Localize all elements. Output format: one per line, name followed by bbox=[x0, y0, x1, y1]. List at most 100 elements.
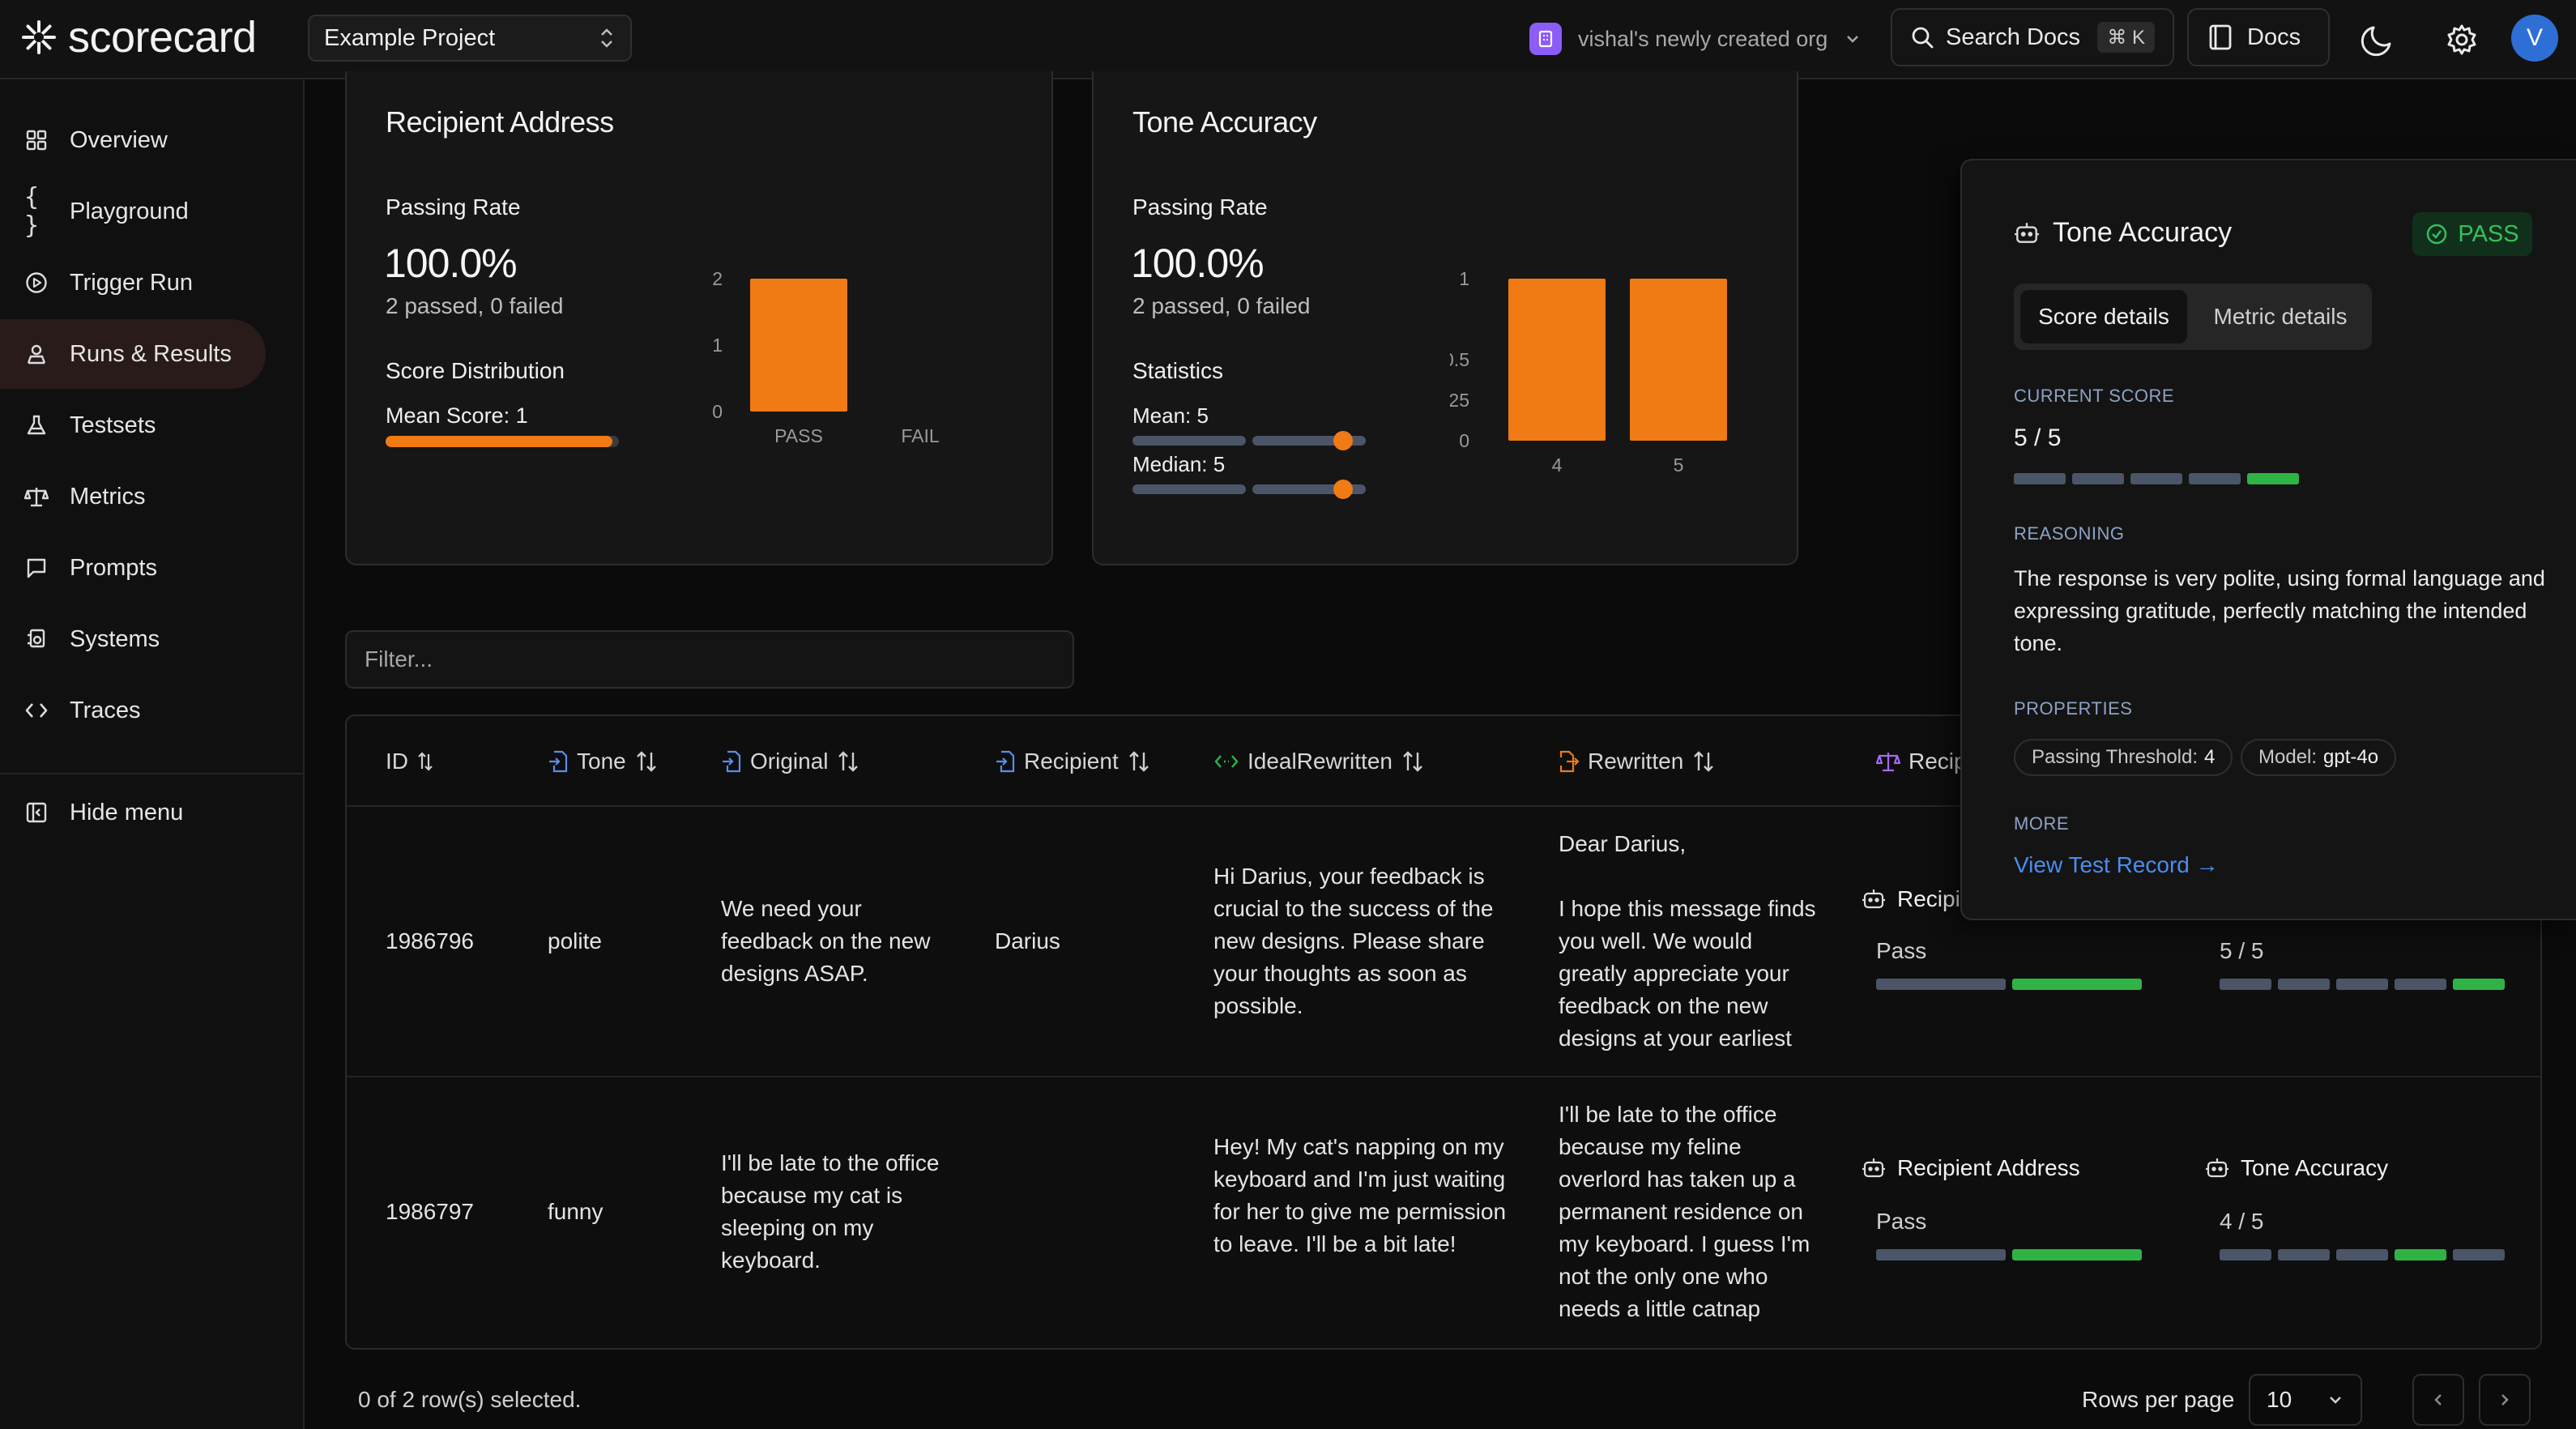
chevron-down-icon bbox=[2330, 1397, 2341, 1404]
robot-icon bbox=[2206, 1158, 2228, 1178]
sidebar-item-metrics[interactable]: Metrics bbox=[0, 462, 266, 531]
score-name: Tone Accuracy bbox=[2241, 1155, 2389, 1180]
previous-page-button[interactable] bbox=[2412, 1374, 2464, 1426]
y-tick-label: 2 bbox=[712, 268, 723, 289]
org-switcher[interactable]: vishal's newly created org bbox=[1529, 18, 1862, 60]
sort-icon bbox=[636, 751, 656, 772]
panel-collapse-icon bbox=[24, 800, 49, 825]
score-head-tone-accuracy[interactable]: Tone Accuracy bbox=[2205, 1155, 2388, 1181]
theme-toggle-button[interactable] bbox=[2356, 18, 2399, 62]
systems-icon bbox=[24, 627, 49, 651]
braces-icon: { } bbox=[24, 183, 40, 240]
code-icon bbox=[24, 698, 49, 723]
pass-fail-bar-chart: 2 1 0 PASS FAIL bbox=[712, 268, 940, 446]
score-segment bbox=[2130, 473, 2182, 484]
score-segment bbox=[2278, 979, 2330, 990]
score-head-recipient-address[interactable]: Recipient Address bbox=[1862, 1155, 2080, 1181]
sidebar-item-label: Testsets bbox=[70, 412, 156, 438]
current-score-label: CURRENT SCORE bbox=[2014, 386, 2175, 406]
status-badge: PASS bbox=[2412, 212, 2532, 256]
column-header-original[interactable]: Original bbox=[721, 716, 860, 807]
code-arrows-icon bbox=[1214, 755, 1239, 768]
score-segment bbox=[2336, 1249, 2388, 1261]
popover-tabs: Score details Metric details bbox=[2014, 284, 2372, 350]
sidebar-item-trigger-run[interactable]: Trigger Run bbox=[0, 248, 266, 318]
sidebar-item-label: Playground bbox=[70, 198, 189, 224]
logo[interactable]: scorecard bbox=[21, 13, 257, 62]
score-head-recipient[interactable]: Recipi bbox=[1862, 886, 1960, 912]
next-page-button[interactable] bbox=[2479, 1374, 2531, 1426]
search-docs-label: Search Docs bbox=[1946, 23, 2081, 50]
mean-marker bbox=[1333, 431, 1353, 450]
column-header-recipient-address[interactable]: Recipi bbox=[1876, 716, 1972, 807]
sidebar-item-label: Prompts bbox=[70, 554, 157, 581]
score-name: Recipi bbox=[1897, 886, 1960, 911]
sidebar-item-prompts[interactable]: Prompts bbox=[0, 533, 266, 603]
model-chip: Model: gpt-4o bbox=[2241, 739, 2397, 776]
popover-title: Tone Accuracy bbox=[2014, 217, 2232, 249]
score-segment bbox=[2247, 473, 2299, 484]
card-title: Tone Accuracy bbox=[1132, 105, 1317, 139]
search-docs-button[interactable]: Search Docs ⌘ K bbox=[1891, 8, 2174, 66]
sidebar-item-testsets[interactable]: Testsets bbox=[0, 390, 266, 460]
column-header-tone[interactable]: Tone bbox=[548, 716, 659, 807]
org-name: vishal's newly created org bbox=[1578, 26, 1828, 51]
rows-per-page-label: Rows per page bbox=[2082, 1387, 2235, 1412]
mean-score-label: Mean Score: 1 bbox=[386, 403, 528, 428]
passing-rate-value: 100.0% bbox=[384, 241, 518, 286]
flask-icon bbox=[24, 413, 49, 437]
org-building-icon bbox=[1529, 23, 1562, 55]
project-selector[interactable]: Example Project bbox=[308, 15, 632, 62]
sidebar-item-systems[interactable]: Systems bbox=[0, 604, 266, 674]
sidebar-item-traces[interactable]: Traces bbox=[0, 676, 266, 745]
chevron-left-icon bbox=[2434, 1394, 2442, 1406]
chevron-down-icon bbox=[1847, 36, 1859, 43]
docs-button[interactable]: Docs bbox=[2187, 8, 2330, 66]
sidebar-item-runs-results[interactable]: Runs & Results bbox=[0, 319, 266, 389]
column-label: Tone bbox=[577, 749, 626, 774]
popover-title-text: Tone Accuracy bbox=[2053, 217, 2233, 248]
column-header-ideal-rewritten[interactable]: IdealRewritten bbox=[1213, 716, 1425, 807]
settings-button[interactable] bbox=[2440, 18, 2484, 62]
column-header-recipient[interactable]: Recipient bbox=[995, 716, 1151, 807]
rows-per-page-value: 10 bbox=[2267, 1387, 2292, 1412]
view-test-record-link[interactable]: View Test Record → bbox=[2014, 852, 2219, 878]
tab-metric-details[interactable]: Metric details bbox=[2195, 290, 2365, 343]
score-segment bbox=[2395, 1249, 2446, 1261]
message-icon bbox=[24, 556, 49, 580]
column-header-id[interactable]: ID bbox=[386, 716, 434, 807]
score-segment bbox=[2189, 473, 2241, 484]
score-segment bbox=[2278, 1249, 2330, 1261]
sidebar-item-overview[interactable]: Overview bbox=[0, 105, 266, 175]
hide-menu-button[interactable]: Hide menu bbox=[0, 778, 266, 847]
tab-score-details[interactable]: Score details bbox=[2020, 290, 2187, 343]
status-text: PASS bbox=[2458, 220, 2519, 247]
sort-icon bbox=[418, 752, 433, 771]
current-score-segments bbox=[2014, 473, 2299, 484]
y-tick-label: 0 bbox=[712, 401, 723, 422]
robot-icon bbox=[1862, 1158, 1885, 1178]
score-value-tone: 4 / 5 bbox=[2220, 1209, 2264, 1234]
sort-icon bbox=[1403, 751, 1422, 772]
current-score-value: 5 / 5 bbox=[2014, 424, 2062, 451]
hide-menu-label: Hide menu bbox=[70, 799, 184, 825]
avatar[interactable]: V bbox=[2511, 15, 2558, 62]
score-segments bbox=[2220, 1249, 2505, 1261]
score-value-recipient: Pass bbox=[1876, 1209, 1927, 1234]
score-segment bbox=[2014, 473, 2066, 484]
sidebar-item-playground[interactable]: { } Playground bbox=[0, 177, 266, 246]
mean-slider bbox=[1132, 431, 1367, 450]
asterisk-logo-icon bbox=[22, 20, 56, 54]
score-segments bbox=[2220, 979, 2505, 990]
filter-input[interactable] bbox=[345, 630, 1074, 689]
rows-per-page-select[interactable]: 10 bbox=[2249, 1374, 2362, 1426]
keyboard-shortcut: ⌘ K bbox=[2097, 22, 2155, 53]
column-header-rewritten[interactable]: Rewritten bbox=[1559, 716, 1716, 807]
search-icon bbox=[1912, 27, 1934, 49]
cell-id: 1986796 bbox=[386, 928, 475, 953]
table-row[interactable]: 1986797 funny I'll be late to the office… bbox=[347, 1077, 2540, 1348]
reasoning-label: REASONING bbox=[2014, 523, 2125, 544]
gear-icon bbox=[2447, 24, 2476, 55]
chip-key: Model: bbox=[2258, 746, 2318, 768]
passing-rate-label: Passing Rate bbox=[1132, 194, 1268, 220]
